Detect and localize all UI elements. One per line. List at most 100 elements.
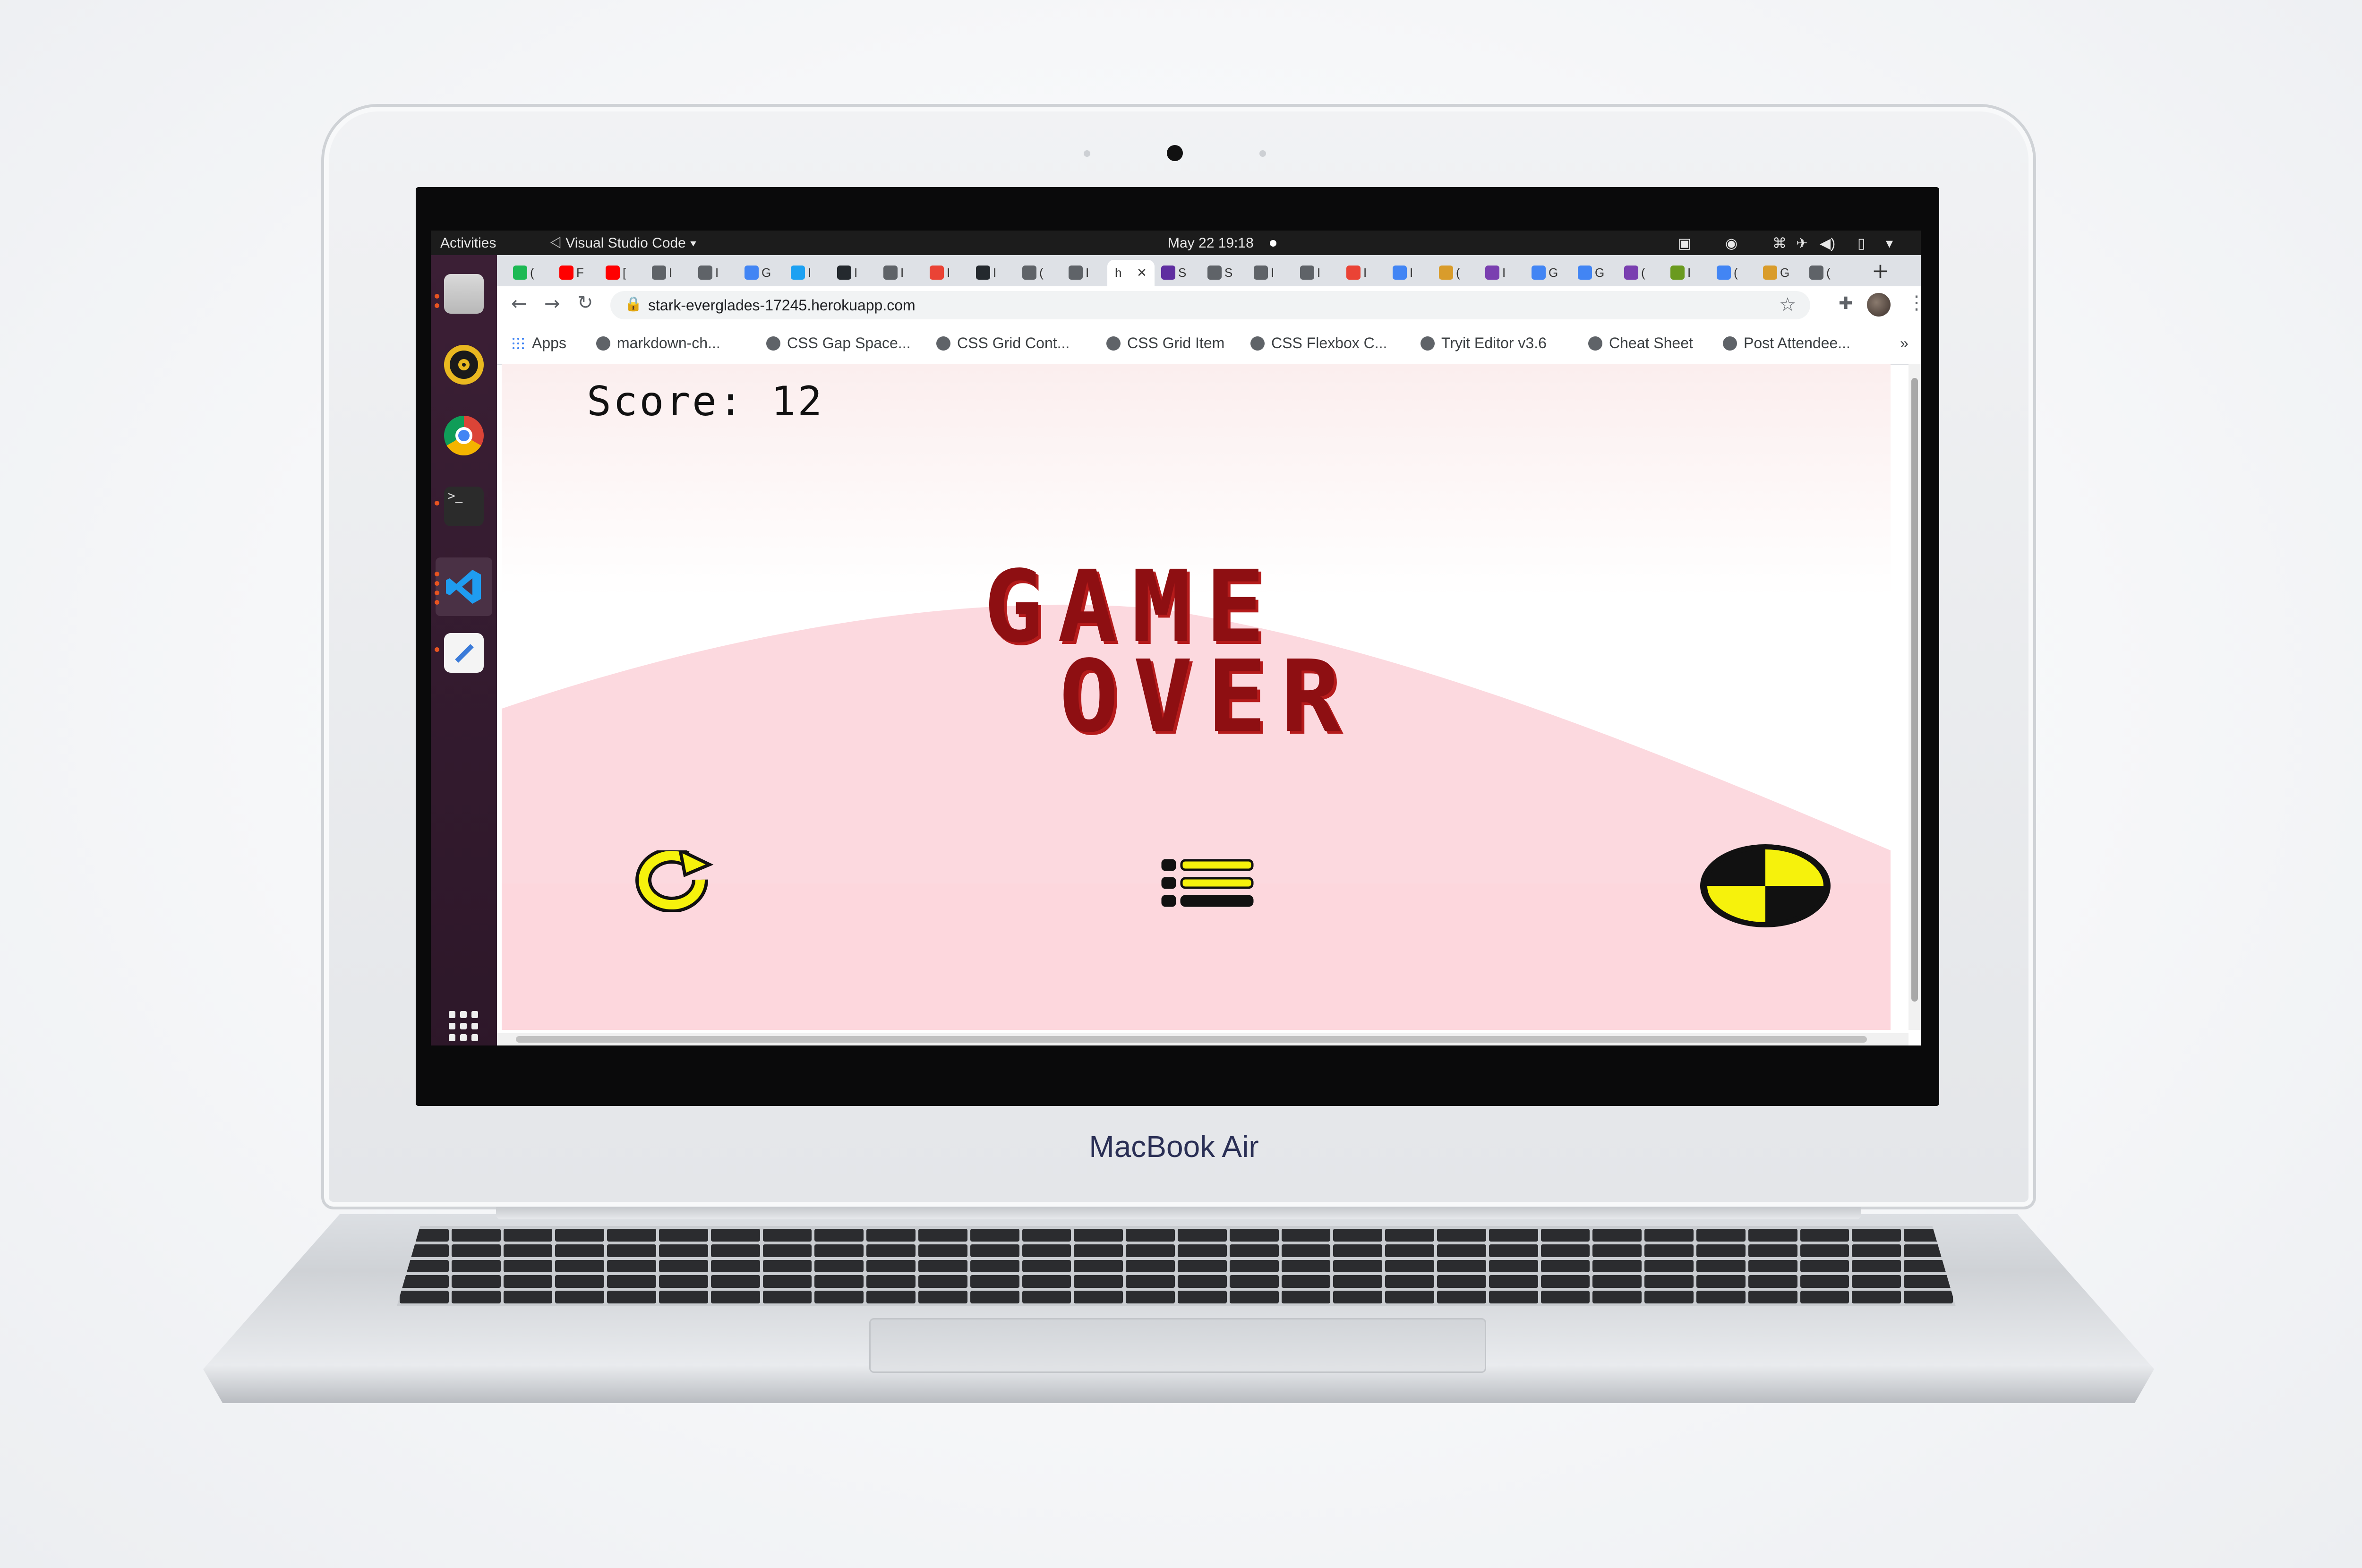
browser-tab[interactable]: ( [1431,260,1479,284]
menu-icon [1161,859,1254,907]
volume-icon[interactable]: ◀) [1820,235,1835,252]
browser-tab[interactable]: ( [505,260,553,284]
menu-button[interactable] [1161,857,1255,909]
keyboard-key [1178,1275,1227,1288]
more-bookmarks-chevron[interactable]: » [1900,334,1908,352]
show-applications-icon[interactable] [444,1006,484,1046]
back-icon[interactable]: ← [511,293,527,315]
keyboard-key [1489,1291,1538,1303]
bookmark-item[interactable]: CSS Grid Cont... [936,334,1070,352]
browser-tab[interactable]: I [644,260,692,284]
address-bar[interactable]: 🔒 stark-everglades-17245.herokuapp.com ☆ [610,291,1810,319]
tab-favicon-icon [559,266,573,280]
browser-tab[interactable]: h ✕ [1107,260,1155,286]
bookmark-item[interactable]: CSS Gap Space... [766,334,910,352]
bookmark-item[interactable]: markdown-ch... [596,334,720,352]
keyboard-key [1540,1229,1590,1242]
horizontal-scrollbar[interactable] [497,1033,1908,1045]
browser-tab[interactable]: S [1154,260,1201,284]
terminal-icon[interactable]: >_ [444,487,484,526]
running-indicator [435,303,439,308]
forward-icon[interactable]: → [544,293,560,315]
keyboard-key [814,1229,864,1242]
keyboard-key [555,1260,605,1273]
new-tab-icon[interactable]: + [1872,259,1889,283]
browser-tab[interactable]: I [1478,260,1525,284]
keyboard-key [1800,1291,1849,1303]
extensions-icon[interactable]: ✚ [1839,294,1853,313]
browser-tab[interactable]: I [1061,260,1108,284]
keyboard-key [1540,1291,1590,1303]
bookmark-item[interactable]: Cheat Sheet [1588,334,1693,352]
keyboard-key [1281,1291,1331,1303]
restart-button[interactable] [629,847,719,913]
browser-tab[interactable]: ( [1802,260,1849,284]
reload-icon[interactable]: ↻ [577,292,593,314]
bookmark-item[interactable]: Post Attendee... [1723,334,1850,352]
tab-title: ( [1641,266,1645,280]
system-menu-chevron-icon[interactable]: ▾ [1886,235,1893,252]
tray-chrome-icon[interactable]: ◉ [1725,235,1737,252]
score-value: 12 [771,378,824,425]
apps-bookmark[interactable]: Apps [511,334,566,352]
airplane-icon[interactable]: ✈ [1796,235,1808,252]
keyboard-key [1385,1275,1434,1288]
keyboard-key [1281,1229,1331,1242]
browser-tab[interactable]: F [552,260,599,284]
target-button[interactable] [1697,841,1834,931]
clock[interactable]: May 22 19:18 [1168,235,1277,251]
browser-tab[interactable]: G [1524,260,1571,284]
browser-tab[interactable]: G [1570,260,1617,284]
scroll-thumb[interactable] [516,1036,1867,1043]
chrome-icon[interactable] [444,416,484,455]
rhythmbox-icon[interactable] [444,345,484,385]
browser-tab[interactable]: S [1200,260,1247,284]
browser-tab[interactable]: I [922,260,969,284]
browser-tab[interactable]: I [830,260,877,284]
tab-title: F [576,266,584,280]
browser-tab[interactable]: I [968,260,1016,284]
scroll-thumb[interactable] [1911,378,1918,1002]
keyboard-key [1229,1275,1279,1288]
vertical-scrollbar[interactable] [1908,364,1921,1030]
close-tab-icon[interactable]: ✕ [1137,266,1147,280]
keyboard-key [866,1260,916,1273]
browser-tab[interactable]: I [783,260,830,284]
vscode-icon[interactable] [444,567,484,607]
focused-app-menu[interactable]: ⨞ Visual Studio Code ▾ [550,235,697,251]
browser-tab[interactable]: I [1385,260,1432,284]
profile-avatar[interactable] [1867,293,1891,317]
vscode-small-icon: ⨞ [550,235,566,251]
browser-tab[interactable]: I [1292,260,1340,284]
tab-title: I [1502,266,1506,280]
browser-tab[interactable]: [ [598,260,645,284]
network-icon[interactable]: ⌘ [1772,235,1787,252]
keyboard-key [762,1244,812,1257]
running-indicator [435,501,439,506]
keyboard-key [1696,1291,1746,1303]
browser-tab[interactable]: G [1755,260,1803,284]
bookmark-star-icon[interactable]: ☆ [1779,294,1796,316]
battery-icon[interactable]: ▯ [1857,235,1866,252]
tray-vscode-icon[interactable]: ▣ [1678,235,1691,252]
browser-tab[interactable]: I [876,260,923,284]
bookmark-item[interactable]: CSS Flexbox C... [1250,334,1387,352]
tab-favicon-icon [976,266,990,280]
browser-tab[interactable]: I [1663,260,1710,284]
activities-button[interactable]: Activities [440,235,496,251]
focused-app-name: Visual Studio Code [565,235,686,251]
browser-tab[interactable]: I [1339,260,1386,284]
browser-tab[interactable]: G [737,260,784,284]
text-editor-icon[interactable] [444,633,484,673]
files-icon[interactable] [444,274,484,314]
browser-tab[interactable]: ( [1015,260,1062,284]
bookmark-item[interactable]: CSS Grid Item [1106,334,1224,352]
more-menu-icon[interactable]: ⋮ [1907,292,1921,314]
browser-tab[interactable]: I [1246,260,1293,284]
browser-tab[interactable]: ( [1709,260,1756,284]
keyboard-key [555,1244,605,1257]
tab-favicon-icon [837,266,851,280]
bookmark-item[interactable]: Tryit Editor v3.6 [1421,334,1547,352]
browser-tab[interactable]: I [691,260,738,284]
browser-tab[interactable]: ( [1617,260,1664,284]
